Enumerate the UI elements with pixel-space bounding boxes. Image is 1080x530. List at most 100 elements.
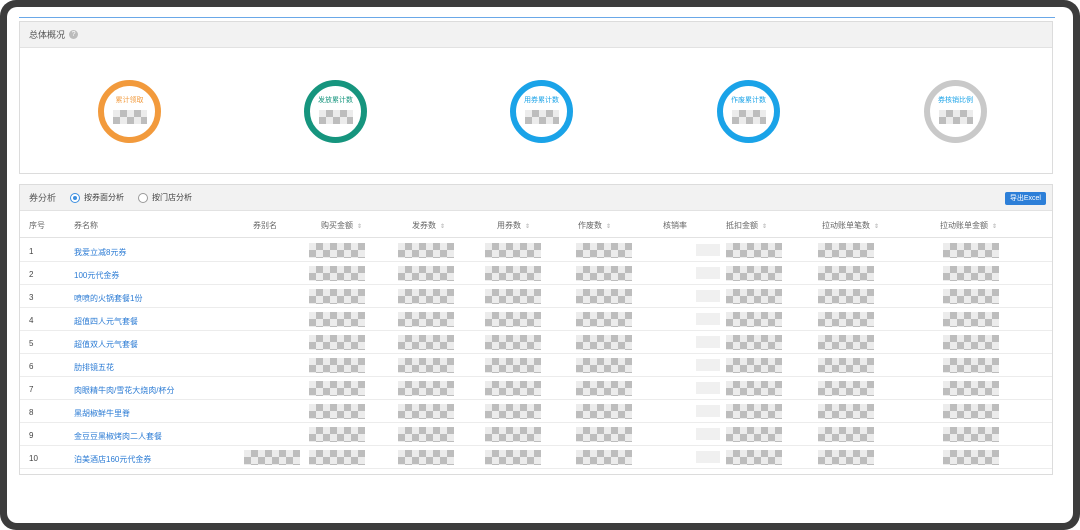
stat-ring-value-redacted [112, 110, 147, 124]
redacted-cell [818, 266, 874, 281]
column-header-label: 抵扣金额 [726, 221, 758, 230]
stat-ring-label: 作废累计数 [731, 97, 766, 104]
redacted-cell [485, 243, 541, 258]
redacted-cell [726, 335, 782, 350]
redacted-cell [696, 313, 720, 325]
radio-by-coupon-label: 按券面分析 [84, 193, 125, 202]
redacted-cell [309, 358, 365, 373]
redacted-cell [818, 312, 874, 327]
radio-by-store[interactable]: 按门店分析 [138, 192, 192, 203]
column-header[interactable]: 作废数 ⇕ [578, 220, 611, 231]
redacted-cell [943, 404, 999, 419]
redacted-cell [576, 266, 632, 281]
column-header-label: 序号 [29, 221, 45, 230]
sort-icon[interactable]: ⇕ [992, 224, 997, 230]
sort-icon[interactable]: ⇕ [525, 224, 530, 230]
column-header: 核销率 [663, 220, 687, 231]
coupon-name-link[interactable]: 我爱立减8元券 [74, 247, 126, 258]
coupon-name-link[interactable]: 肋排镜五花 [74, 362, 114, 373]
analysis-title: 券分析 [29, 193, 57, 203]
stat-ring: 累计领取 [98, 80, 161, 143]
device-frame: 总体概况 ? 累计领取 发放累计数 用券累计数 作废累计数 券核销比例 券分析 按券面分… [0, 0, 1080, 530]
redacted-cell [576, 335, 632, 350]
redacted-cell [485, 358, 541, 373]
redacted-cell [726, 289, 782, 304]
coupon-name-link[interactable]: 肉眼精牛肉/雪花大烧肉/杯分 [74, 385, 174, 396]
sort-icon[interactable]: ⇕ [606, 224, 611, 230]
redacted-cell [576, 381, 632, 396]
coupon-name-link[interactable]: 泊美酒店160元代金券 [74, 454, 151, 465]
column-header[interactable]: 用券数 ⇕ [497, 220, 530, 231]
stat-ring-value-redacted [731, 110, 766, 124]
column-header-label: 购买金额 [321, 221, 353, 230]
coupon-name-link[interactable]: 100元代金券 [74, 270, 119, 281]
coupon-name-link[interactable]: 黑胡椒鲜牛里脊 [74, 408, 130, 419]
redacted-cell [485, 450, 541, 465]
redacted-cell [943, 266, 999, 281]
sort-icon[interactable]: ⇕ [762, 224, 767, 230]
overview-title: 总体概况 [29, 30, 66, 40]
redacted-cell [696, 290, 720, 302]
stat-ring: 作废累计数 [717, 80, 780, 143]
table-row: 3 喷喷的火锅套餐1份 [20, 285, 1052, 308]
redacted-cell [943, 289, 999, 304]
redacted-cell [943, 335, 999, 350]
redacted-cell [309, 266, 365, 281]
sort-icon[interactable]: ⇕ [440, 224, 445, 230]
redacted-cell [576, 289, 632, 304]
redacted-cell [943, 450, 999, 465]
export-excel-button[interactable]: 导出Excel [1004, 192, 1046, 205]
coupon-name-link[interactable]: 金豆豆黑椒烤肉二人套餐 [74, 431, 162, 442]
row-index: 4 [29, 316, 34, 325]
column-header-label: 用券数 [497, 221, 521, 230]
column-header-label: 作废数 [578, 221, 602, 230]
column-header[interactable]: 发券数 ⇕ [412, 220, 445, 231]
radio-by-coupon[interactable]: 按券面分析 [70, 192, 124, 203]
redacted-cell [696, 336, 720, 348]
column-header-label: 拉动账单笔数 [822, 221, 870, 230]
table-row: 2 100元代金券 [20, 262, 1052, 285]
table-row: 5 超值双人元气套餐 [20, 331, 1052, 354]
coupon-name-link[interactable]: 喷喷的火锅套餐1份 [74, 293, 142, 304]
redacted-cell [696, 267, 720, 279]
top-divider [19, 17, 1055, 18]
redacted-cell [943, 358, 999, 373]
stat-ring-label: 券核销比例 [938, 97, 973, 104]
row-index: 3 [29, 293, 34, 302]
help-icon[interactable]: ? [69, 30, 79, 39]
redacted-cell [398, 358, 454, 373]
coupon-name-link[interactable]: 超值四人元气套餐 [74, 316, 138, 327]
redacted-cell [309, 404, 365, 419]
sort-icon[interactable]: ⇕ [874, 224, 879, 230]
redacted-cell [726, 266, 782, 281]
column-header-label: 发券数 [412, 221, 436, 230]
redacted-cell [309, 450, 365, 465]
redacted-cell [398, 404, 454, 419]
column-header[interactable]: 拉动账单笔数 ⇕ [822, 220, 879, 231]
redacted-cell [943, 381, 999, 396]
redacted-cell [398, 312, 454, 327]
row-index: 9 [29, 431, 34, 440]
table-header: 序号 券名称 券别名 购买金额 ⇕ 发券数 ⇕ 用券数 ⇕ 作废数 ⇕ 核销率 抵扣金额 ⇕ 拉动账单笔数 ⇕… [20, 211, 1052, 238]
redacted-cell [485, 404, 541, 419]
redacted-cell [309, 289, 365, 304]
redacted-cell [309, 243, 365, 258]
row-index: 7 [29, 385, 34, 394]
redacted-cell [726, 450, 782, 465]
redacted-cell [485, 312, 541, 327]
sort-icon[interactable]: ⇕ [357, 224, 362, 230]
redacted-cell [726, 243, 782, 258]
column-header[interactable]: 拉动账单金额 ⇕ [940, 220, 997, 231]
table-row: 10 泊美酒店160元代金券 [20, 446, 1052, 469]
column-header[interactable]: 购买金额 ⇕ [321, 220, 362, 231]
redacted-cell [696, 382, 720, 394]
redacted-cell [576, 404, 632, 419]
table-row: 4 超值四人元气套餐 [20, 308, 1052, 331]
column-header-label: 券名称 [74, 221, 98, 230]
redacted-cell [485, 381, 541, 396]
redacted-cell [309, 335, 365, 350]
coupon-name-link[interactable]: 超值双人元气套餐 [74, 339, 138, 350]
analysis-header: 券分析 按券面分析 按门店分析 导出Excel [20, 185, 1052, 211]
redacted-cell [398, 289, 454, 304]
column-header[interactable]: 抵扣金额 ⇕ [726, 220, 767, 231]
